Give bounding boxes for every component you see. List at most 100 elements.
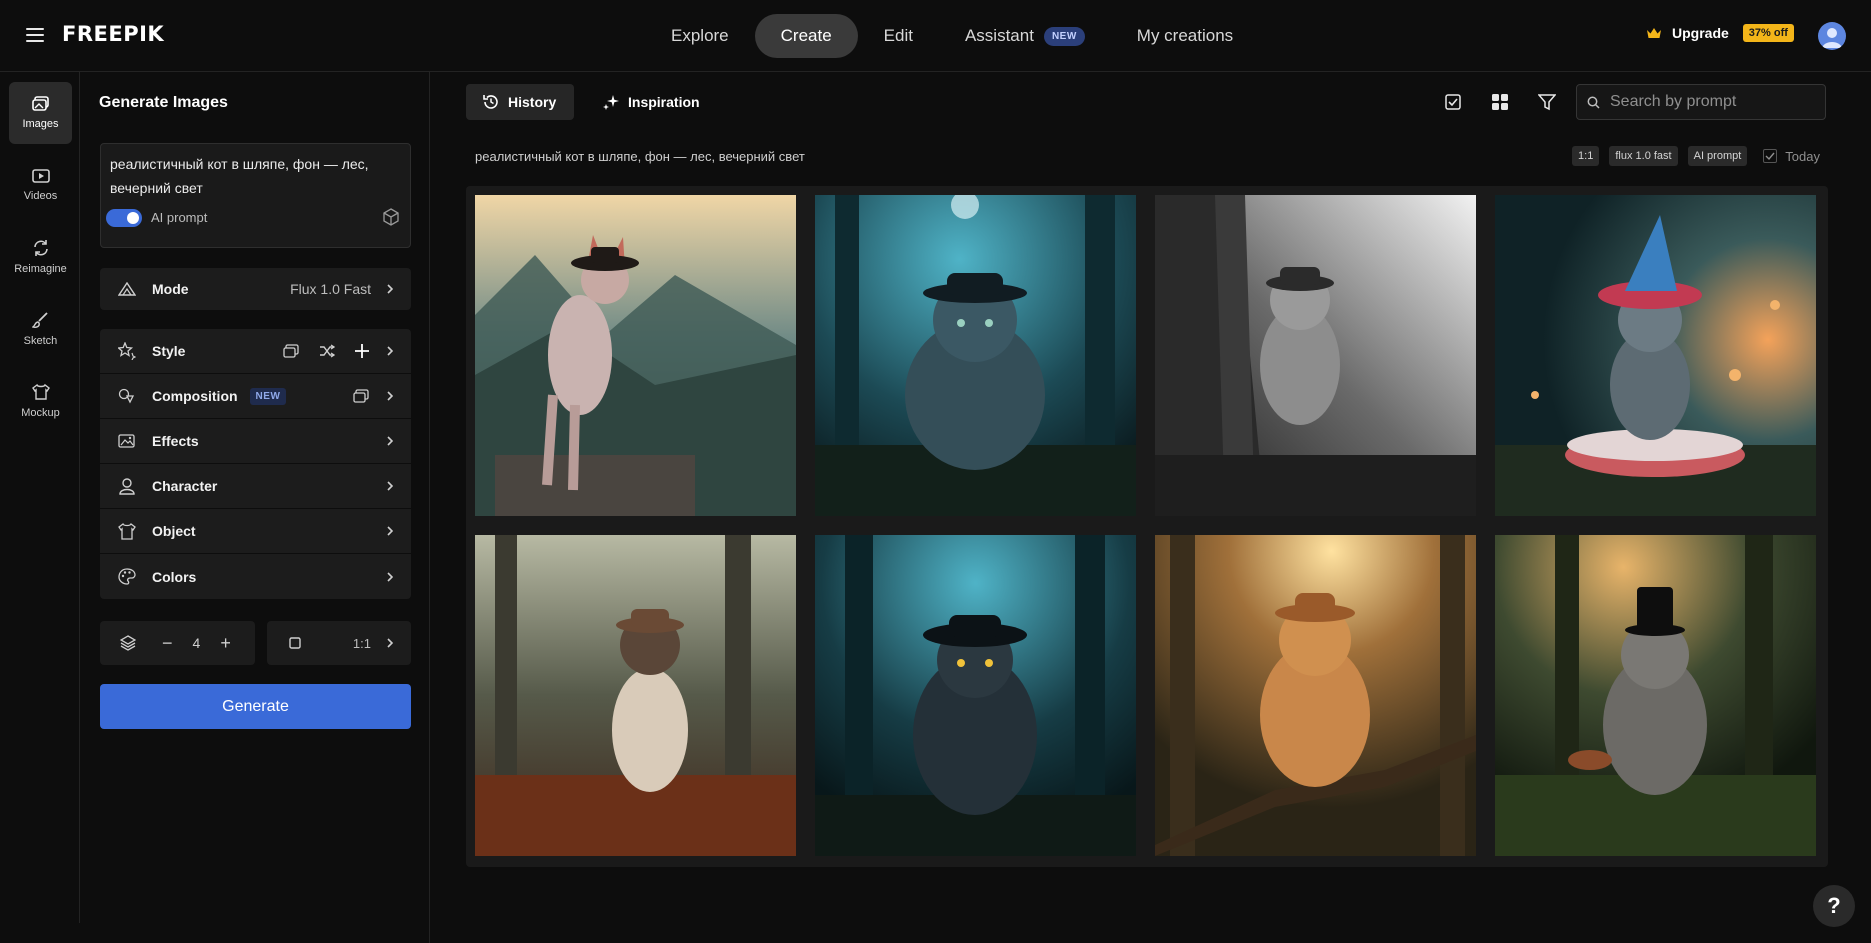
plus-icon[interactable] [355,344,369,358]
nav-create[interactable]: Create [754,14,858,58]
chevron-right-icon [387,638,393,648]
mode-label: Mode [152,281,189,297]
rail-item-label: Mockup [21,407,60,419]
setting-effects[interactable]: Effects [100,419,411,464]
rail-item-reimagine[interactable]: Reimagine [9,226,72,288]
nav-edit[interactable]: Edit [858,14,939,58]
object-icon [116,522,138,540]
nav-explore[interactable]: Explore [645,14,755,58]
history-icon [483,95,498,109]
today-checkbox[interactable]: Today [1763,149,1820,164]
cube-icon[interactable] [382,208,400,226]
layers-icon [120,635,136,651]
rail-item-label: Reimagine [14,263,67,275]
setting-label: Character [152,478,218,494]
mode-rail: Images Videos Reimagine Sketch Mockup [0,72,80,923]
user-avatar[interactable] [1818,22,1846,50]
gallery-icon[interactable] [283,344,299,358]
nav-my-creations[interactable]: My creations [1111,14,1259,58]
setting-object[interactable]: Object [100,509,411,554]
generated-image[interactable] [1495,535,1816,856]
tab-label: Inspiration [628,94,700,110]
freepik-logo[interactable]: FREEPIK [62,22,164,46]
gallery-icon[interactable] [353,389,369,403]
help-button[interactable]: ? [1813,885,1855,927]
images-icon [31,96,49,111]
mode-selector[interactable]: Mode Flux 1.0 Fast [100,268,411,310]
setting-style[interactable]: Style [100,329,411,374]
results-area: History Inspiration Search by prompt реа… [430,72,1871,943]
setting-character[interactable]: Character [100,464,411,509]
select-checkbox-icon[interactable] [1442,91,1464,113]
prompt-box[interactable]: реалистичный кот в шляпе, фон — лес, веч… [100,143,411,248]
decrement-button[interactable]: − [162,633,173,654]
sparkles-icon [603,95,619,110]
generated-image[interactable] [475,195,796,516]
sketch-icon [31,312,48,328]
tab-label: History [508,94,557,110]
chevron-right-icon [387,436,393,446]
hamburger-menu-icon[interactable] [26,28,44,42]
rail-item-label: Sketch [23,335,58,347]
panel-title: Generate Images [99,94,228,111]
rail-item-mockup[interactable]: Mockup [9,370,72,432]
rail-item-videos[interactable]: Videos [9,154,72,216]
search-icon [1587,96,1600,109]
rail-item-sketch[interactable]: Sketch [9,298,72,360]
setting-composition[interactable]: Composition NEW [100,374,411,419]
shuffle-icon[interactable] [319,344,335,358]
nav-assistant[interactable]: Assistant NEW [939,14,1111,58]
generated-image[interactable] [475,535,796,856]
setting-colors[interactable]: Colors [100,554,411,599]
quantity-stepper: − 4 + [100,621,255,665]
quantity-value: 4 [192,635,201,651]
upgrade-button[interactable]: Upgrade 37% off [1646,24,1794,42]
setting-label: Style [152,343,186,359]
ai-prompt-chip: AI prompt [1687,146,1748,166]
ai-prompt-toggle[interactable] [106,209,142,227]
settings-list: Style Composition NEW Effects Character … [100,329,411,599]
rail-item-images[interactable]: Images [9,82,72,144]
setting-label: Colors [152,568,197,585]
generate-button[interactable]: Generate [100,684,411,729]
increment-button[interactable]: + [220,633,231,654]
result-meta: 1:1 flux 1.0 fast AI prompt Today [1562,146,1820,166]
chevron-right-icon [387,284,393,294]
new-badge: NEW [1043,26,1085,46]
generated-image[interactable] [1495,195,1816,516]
ratio-chip: 1:1 [1572,146,1600,166]
style-icon [116,342,138,360]
composition-icon [116,388,138,404]
filter-icon[interactable] [1536,91,1558,113]
generated-image[interactable] [815,195,1136,516]
character-icon [116,477,138,495]
tab-inspiration[interactable]: Inspiration [586,84,718,120]
top-nav: Explore Create Edit Assistant NEW My cre… [645,14,1259,58]
chevron-right-icon [387,346,393,356]
grid-view-icon[interactable] [1489,91,1511,113]
videos-icon [31,169,50,183]
top-bar: FREEPIK Explore Create Edit Assistant NE… [0,0,1871,72]
model-chip: flux 1.0 fast [1609,146,1678,166]
crown-icon [1647,28,1661,38]
generate-panel: Generate Images реалистичный кот в шляпе… [80,72,430,943]
today-label: Today [1785,148,1820,164]
aspect-ratio-selector[interactable]: 1:1 [267,621,411,665]
generated-image[interactable] [815,535,1136,856]
user-icon [1822,28,1842,48]
reimagine-icon [33,240,48,256]
mockup-icon [31,383,50,400]
search-placeholder: Search by prompt [1610,93,1737,110]
new-badge: NEW [249,387,287,405]
search-input[interactable]: Search by prompt [1576,84,1826,120]
chevron-right-icon [387,526,393,536]
nav-assistant-label: Assistant [964,26,1034,45]
image-grid [466,186,1828,867]
generated-image[interactable] [1155,535,1476,856]
output-controls: − 4 + 1:1 [100,621,411,665]
effects-icon [116,433,138,449]
prompt-input[interactable]: реалистичный кот в шляпе, фон — лес, веч… [110,152,400,200]
generated-image[interactable] [1155,195,1476,516]
tab-history[interactable]: History [466,84,575,120]
chevron-right-icon [387,571,393,582]
